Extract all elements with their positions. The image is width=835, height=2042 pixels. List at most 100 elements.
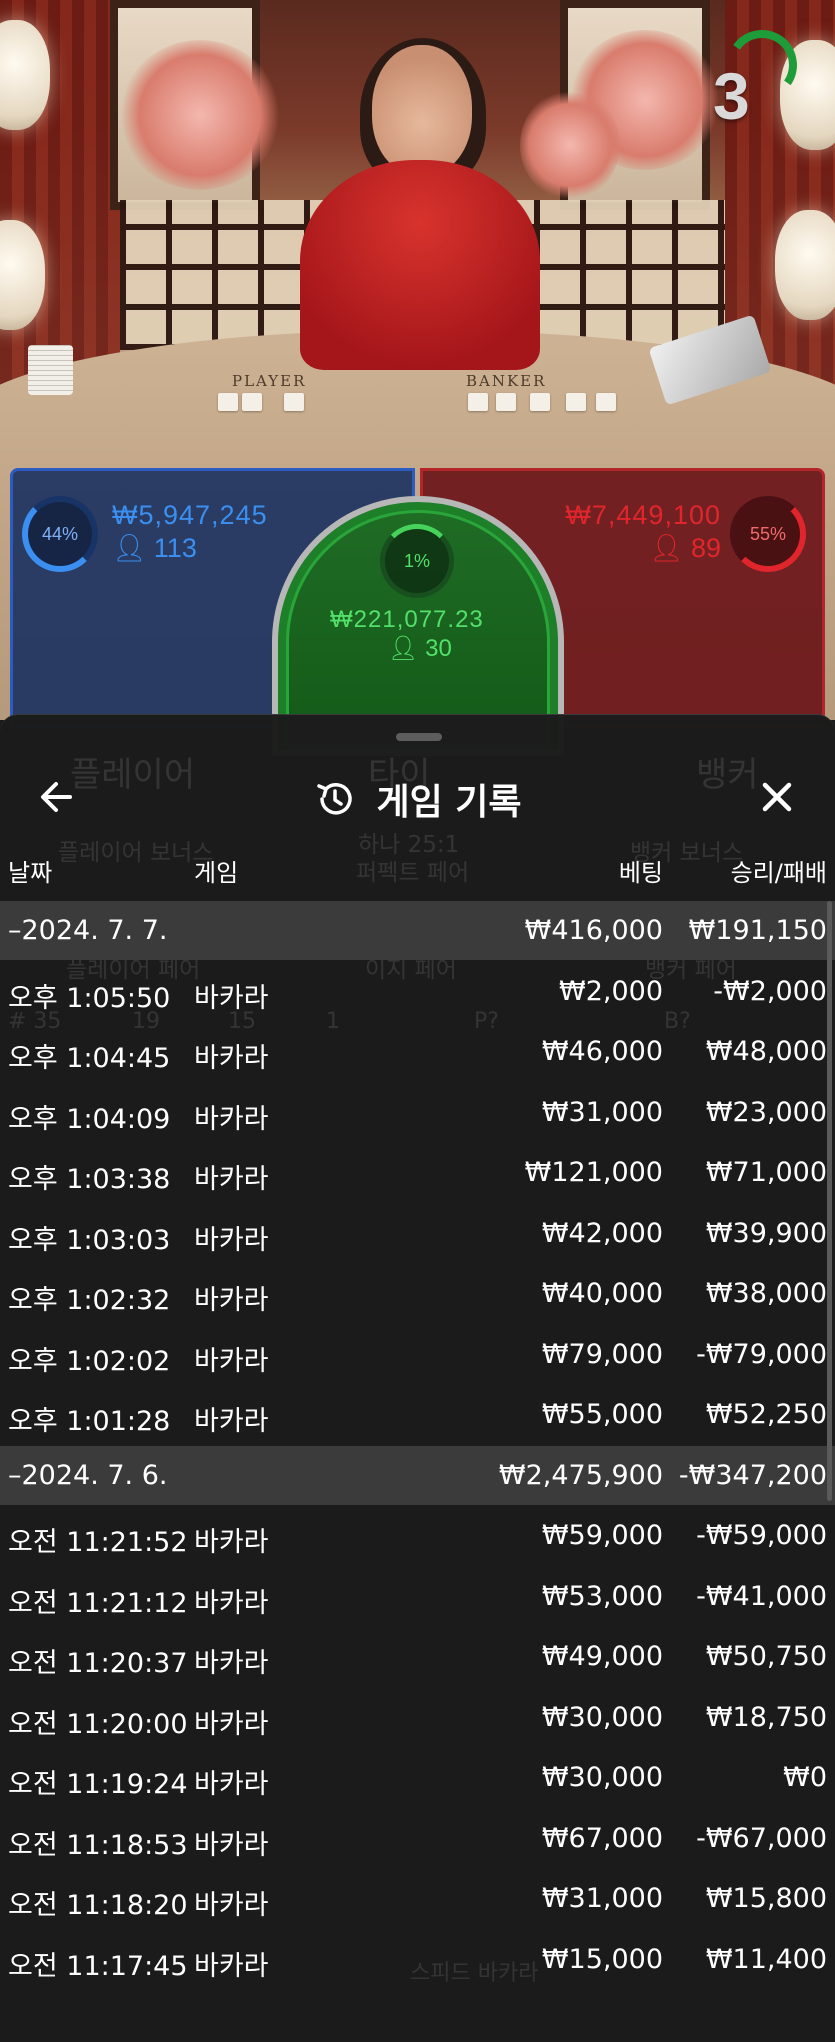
row-date: 오후 1:02:32 xyxy=(8,1285,171,1316)
row-result: -₩67,000 xyxy=(696,1823,827,1854)
tie-bet-count: 👤︎ 30 xyxy=(388,634,452,663)
row-result: ₩38,000 xyxy=(705,1278,827,1309)
row-result: -₩2,000 xyxy=(713,976,827,1007)
tie-count-value: 30 xyxy=(425,635,452,662)
row-result: ₩52,250 xyxy=(705,1399,827,1430)
history-row[interactable]: 오전 11:20:00 바카라 ₩30,000 ₩18,750 xyxy=(0,1688,835,1748)
row-result: -₩59,000 xyxy=(696,1520,827,1551)
dealer-body xyxy=(300,160,540,370)
row-result: ₩23,000 xyxy=(705,1097,827,1128)
blossom xyxy=(120,40,280,190)
card xyxy=(242,393,262,411)
history-row[interactable]: 오전 11:18:20 바카라 ₩31,000 ₩15,800 xyxy=(0,1869,835,1929)
table-label-banker: BANKER xyxy=(466,372,547,390)
row-date: 오후 1:03:03 xyxy=(8,1225,171,1256)
history-row[interactable]: 오후 1:03:38 바카라 ₩121,000 ₩71,000 xyxy=(0,1143,835,1203)
row-bet: ₩121,000 xyxy=(524,1157,663,1188)
column-header-bet: 베팅 xyxy=(618,859,663,887)
ghost-text: 퍼펙트 페어 xyxy=(356,860,470,886)
row-bet: ₩59,000 xyxy=(541,1520,663,1551)
countdown-number: 3 xyxy=(713,59,750,133)
history-row[interactable]: 오후 1:05:50 바카라 ₩2,000 -₩2,000 xyxy=(0,962,835,1022)
row-date: 오전 11:18:20 xyxy=(8,1890,188,1921)
row-result: ₩191,150 xyxy=(688,915,827,946)
card xyxy=(468,393,488,411)
game-history-sheet: 플레이어 타이 뱅커 플레이어 보너스 하나 25:1 퍼펙트 페어 뱅커 보너… xyxy=(0,714,835,2042)
close-button[interactable] xyxy=(753,773,801,821)
row-game: 바카라 xyxy=(194,983,269,1014)
row-bet: ₩49,000 xyxy=(541,1641,663,1672)
history-row[interactable]: 오후 1:02:02 바카라 ₩79,000 -₩79,000 xyxy=(0,1325,835,1385)
date-group-row[interactable]: –2024. 7. 6. ₩2,475,900 -₩347,200 xyxy=(0,1446,835,1505)
history-row[interactable]: 오전 11:20:37 바카라 ₩49,000 ₩50,750 xyxy=(0,1627,835,1687)
close-icon xyxy=(762,782,792,812)
row-game: 바카라 xyxy=(194,1890,269,1921)
sheet-title-text: 게임 기록 xyxy=(376,782,522,823)
row-bet: ₩30,000 xyxy=(541,1762,663,1793)
row-date: 오전 11:19:24 xyxy=(8,1769,188,1800)
row-game: 바카라 xyxy=(194,1527,269,1558)
row-date: 오전 11:20:37 xyxy=(8,1648,188,1679)
history-row[interactable]: 오전 11:19:24 바카라 ₩30,000 ₩0 xyxy=(0,1748,835,1808)
row-bet: ₩53,000 xyxy=(541,1581,663,1612)
history-row[interactable]: 오전 11:17:45 바카라 ₩15,000 ₩11,400 xyxy=(0,1930,835,1990)
drag-handle[interactable] xyxy=(396,733,442,741)
row-result: ₩15,800 xyxy=(705,1883,827,1914)
blossom xyxy=(520,90,620,200)
tie-percent: 1% xyxy=(380,524,454,598)
row-game: 바카라 xyxy=(194,1225,269,1256)
row-date: 오전 11:20:00 xyxy=(8,1709,188,1740)
dealer-face xyxy=(372,45,472,175)
row-result: ₩50,750 xyxy=(705,1641,827,1672)
row-game: 바카라 xyxy=(194,1104,269,1135)
card xyxy=(530,393,550,411)
row-bet: ₩416,000 xyxy=(524,915,663,946)
date-group-row[interactable]: –2024. 7. 7. ₩416,000 ₩191,150 xyxy=(0,901,835,960)
row-date: 오후 1:04:09 xyxy=(8,1104,171,1135)
column-header-date: 날짜 xyxy=(8,859,53,887)
row-game: 바카라 xyxy=(194,1648,269,1679)
row-date: –2024. 7. 7. xyxy=(8,915,168,946)
row-game: 바카라 xyxy=(194,1346,269,1377)
row-bet: ₩31,000 xyxy=(541,1883,663,1914)
row-bet: ₩15,000 xyxy=(541,1944,663,1975)
column-header-game: 게임 xyxy=(194,859,239,887)
row-date: 오전 11:18:53 xyxy=(8,1830,188,1861)
history-row[interactable]: 오전 11:21:12 바카라 ₩53,000 -₩41,000 xyxy=(0,1567,835,1627)
history-row[interactable]: 오전 11:18:53 바카라 ₩67,000 -₩67,000 xyxy=(0,1809,835,1869)
row-game: 바카라 xyxy=(194,1830,269,1861)
row-bet: ₩42,000 xyxy=(541,1218,663,1249)
row-date: 오후 1:05:50 xyxy=(8,983,171,1014)
row-date: 오후 1:02:02 xyxy=(8,1346,171,1377)
player-percent: 44% xyxy=(22,496,98,572)
scrollbar[interactable] xyxy=(827,901,832,1501)
row-result: -₩347,200 xyxy=(678,1460,827,1491)
banker-bet-amount: ₩7,449,100 xyxy=(565,500,721,530)
sheet-header: 게임 기록 xyxy=(0,755,835,839)
row-result: -₩79,000 xyxy=(696,1339,827,1370)
row-game: 바카라 xyxy=(194,1164,269,1195)
history-row[interactable]: 오후 1:02:32 바카라 ₩40,000 ₩38,000 xyxy=(0,1264,835,1324)
user-icon: 👤︎ xyxy=(112,533,147,563)
row-game: 바카라 xyxy=(194,1043,269,1074)
history-list[interactable]: –2024. 7. 7. ₩416,000 ₩191,150 오후 1:05:50 바카… xyxy=(0,901,835,2042)
row-game: 바카라 xyxy=(194,1709,269,1740)
row-bet: ₩55,000 xyxy=(541,1399,663,1430)
table-label-player: PLAYER xyxy=(232,372,307,390)
row-date: 오전 11:21:12 xyxy=(8,1588,188,1619)
row-result: ₩39,900 xyxy=(705,1218,827,1249)
row-date: 오후 1:01:28 xyxy=(8,1406,171,1437)
row-bet: ₩2,000 xyxy=(559,976,663,1007)
row-bet: ₩31,000 xyxy=(541,1097,663,1128)
row-date: 오전 11:21:52 xyxy=(8,1527,188,1558)
banker-count-value: 89 xyxy=(690,533,721,563)
row-bet: ₩40,000 xyxy=(541,1278,663,1309)
card xyxy=(496,393,516,411)
history-row[interactable]: 오후 1:04:09 바카라 ₩31,000 ₩23,000 xyxy=(0,1083,835,1143)
history-row[interactable]: 오후 1:03:03 바카라 ₩42,000 ₩39,900 xyxy=(0,1204,835,1264)
history-icon xyxy=(317,783,353,815)
history-row[interactable]: 오후 1:01:28 바카라 ₩55,000 ₩52,250 xyxy=(0,1385,835,1445)
history-row[interactable]: 오전 11:21:52 바카라 ₩59,000 -₩59,000 xyxy=(0,1506,835,1566)
history-row[interactable]: 오후 1:04:45 바카라 ₩46,000 ₩48,000 xyxy=(0,1022,835,1082)
row-result: -₩41,000 xyxy=(696,1581,827,1612)
